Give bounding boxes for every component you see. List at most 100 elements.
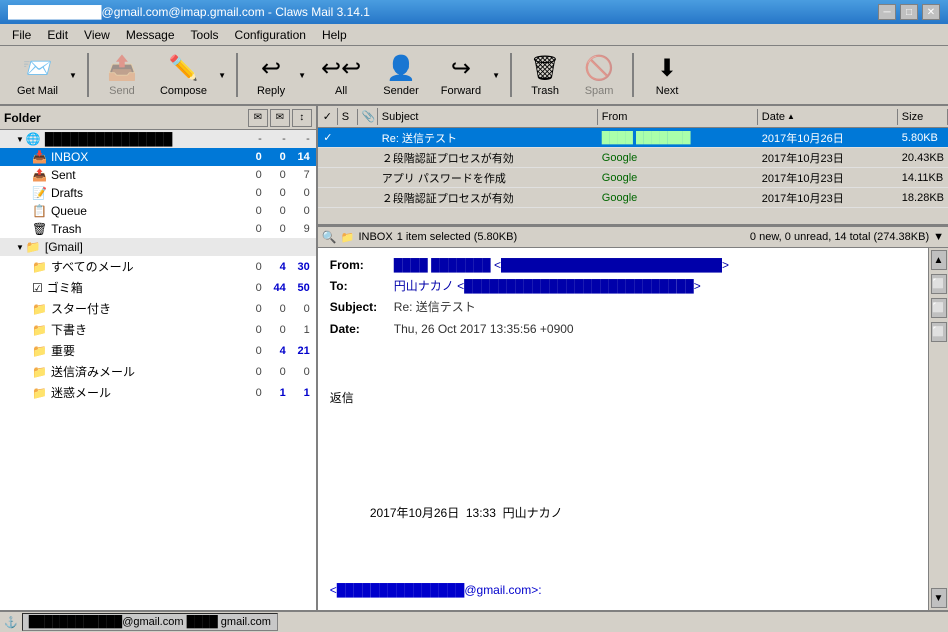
trash-button[interactable]: 🗑 Trash xyxy=(520,49,570,101)
starred-c2: 0 xyxy=(264,303,288,315)
forward-group: ↪ Forward ▼ xyxy=(432,49,502,101)
menu-configuration[interactable]: Configuration xyxy=(227,26,314,44)
message-list-status: 🔍 📁 INBOX 1 item selected (5.80KB) 0 new… xyxy=(318,226,948,248)
reply-dropdown[interactable]: ▼ xyxy=(296,49,308,101)
folder-all-mail[interactable]: 📁 すべてのメール 0 4 30 xyxy=(0,256,316,277)
next-button[interactable]: ⬇ Next xyxy=(642,49,692,101)
gmail-group-icon: 📁 xyxy=(26,240,41,254)
folder-meiwaku[interactable]: 📁 迷惑メール 0 1 1 xyxy=(0,382,316,403)
titlebar: ███████████@gmail.com@imap.gmail.com - C… xyxy=(0,0,948,24)
folder-account[interactable]: ▼ 🌐 ███████████████ - - - xyxy=(0,130,316,148)
folder-sent[interactable]: 📤 Sent 0 0 7 xyxy=(0,166,316,184)
col-att[interactable]: 📎 xyxy=(358,108,378,125)
status-folder-name: INBOX xyxy=(358,231,392,243)
menu-edit[interactable]: Edit xyxy=(39,26,76,44)
get-mail-button[interactable]: 📨 Get Mail xyxy=(8,49,67,101)
menu-tools[interactable]: Tools xyxy=(183,26,227,44)
message-body: 返信 2017年10月26日 13:33 円山ナカノ <████████████… xyxy=(330,351,916,610)
folder-jyuyo[interactable]: 📁 重要 0 4 21 xyxy=(0,340,316,361)
menu-file[interactable]: File xyxy=(4,26,39,44)
send-icon: 📤 xyxy=(107,54,137,83)
size-header-label: Size xyxy=(902,111,923,123)
table-row[interactable]: アプリ パスワードを作成 Google 2017年10月23日 14.11KB xyxy=(318,168,948,188)
shitagai-c1: 0 xyxy=(240,324,264,336)
drafts-name: Drafts xyxy=(51,186,240,200)
minimize-button[interactable]: ─ xyxy=(878,4,896,20)
folder-new-mail-icon[interactable]: ✉ xyxy=(248,109,268,127)
table-row[interactable]: ２段階認証プロセスが有効 Google 2017年10月23日 20.43KB xyxy=(318,148,948,168)
preview-btn-1[interactable]: ▲ xyxy=(931,250,947,270)
msg-s-2 xyxy=(338,157,358,159)
compose-button[interactable]: ✏️ Compose xyxy=(151,49,216,101)
col-date[interactable]: Date ▲ xyxy=(758,109,898,125)
msg-check-4 xyxy=(318,197,338,199)
separator-4 xyxy=(632,53,634,97)
sent-c1: 0 xyxy=(240,169,264,181)
all-mail-c1: 0 xyxy=(240,261,264,273)
forward-dropdown[interactable]: ▼ xyxy=(490,49,502,101)
msg-check-2 xyxy=(318,157,338,159)
msg-att-1 xyxy=(358,137,378,139)
message-rows: ✓ Re: 送信テスト ████ ███████ 2017年10月26日 5.8… xyxy=(318,128,948,224)
preview-btn-5[interactable]: ▼ xyxy=(931,588,947,608)
folder-mark-icon[interactable]: ✉ xyxy=(270,109,290,127)
queue-name: Queue xyxy=(51,204,240,218)
forward-button[interactable]: ↪ Forward xyxy=(432,49,490,101)
col-check[interactable]: ✓ xyxy=(318,108,338,125)
drafts-c2: 0 xyxy=(264,187,288,199)
folder-trash[interactable]: 🗑 Trash 0 0 9 xyxy=(0,220,316,238)
inbox-c1: 0 xyxy=(240,151,264,163)
send-button[interactable]: 📤 Send xyxy=(97,49,147,101)
folder-inbox[interactable]: 📥 INBOX 0 0 14 xyxy=(0,148,316,166)
folder-drafts[interactable]: 📝 Drafts 0 0 0 xyxy=(0,184,316,202)
soushin-c1: 0 xyxy=(240,366,264,378)
msg-date-4: 2017年10月23日 xyxy=(758,189,898,207)
folder-shitagai[interactable]: 📁 下書き 0 0 1 xyxy=(0,319,316,340)
folder-queue[interactable]: 📋 Queue 0 0 0 xyxy=(0,202,316,220)
compose-dropdown[interactable]: ▼ xyxy=(216,49,228,101)
subject-label: Subject: xyxy=(330,298,390,317)
queue-c2: 0 xyxy=(264,205,288,217)
folder-scroll-icon[interactable]: ↕ xyxy=(292,109,312,127)
msg-date-3: 2017年10月23日 xyxy=(758,169,898,187)
titlebar-title: ███████████@gmail.com@imap.gmail.com - C… xyxy=(8,5,370,19)
jyuyo-name: 重要 xyxy=(51,342,240,359)
jyuyo-c3: 21 xyxy=(288,345,312,357)
preview-btn-4[interactable]: ⬜ xyxy=(931,322,947,342)
col-size[interactable]: Size xyxy=(898,109,948,125)
drafts-c3: 0 xyxy=(288,187,312,199)
get-mail-dropdown[interactable]: ▼ xyxy=(67,49,79,101)
account-name: ███████████████ xyxy=(45,132,240,146)
col-s[interactable]: S xyxy=(338,109,358,125)
sent-c2: 0 xyxy=(264,169,288,181)
meiwaku-c1: 0 xyxy=(240,387,264,399)
close-button[interactable]: ✕ xyxy=(922,4,940,20)
folder-soushin[interactable]: 📁 送信済みメール 0 0 0 xyxy=(0,361,316,382)
preview-btn-2[interactable]: ⬜ xyxy=(931,274,947,294)
soushin-icon: 📁 xyxy=(32,365,47,379)
preview-btn-3[interactable]: ⬜ xyxy=(931,298,947,318)
reply-button[interactable]: ↩ Reply xyxy=(246,49,296,101)
menu-message[interactable]: Message xyxy=(118,26,183,44)
folder-gomi[interactable]: ☑ ゴミ箱 0 44 50 xyxy=(0,277,316,298)
spam-button[interactable]: 🚫 Spam xyxy=(574,49,624,101)
reply-all-button[interactable]: ↩↩ All xyxy=(312,49,370,101)
sender-button[interactable]: 👤 Sender xyxy=(374,49,427,101)
menu-view[interactable]: View xyxy=(76,26,118,44)
soushin-c2: 0 xyxy=(264,366,288,378)
queue-icon: 📋 xyxy=(32,204,47,218)
account-c1: - xyxy=(240,133,264,145)
maximize-button[interactable]: □ xyxy=(900,4,918,20)
folder-gmail-group[interactable]: ▼ 📁 [Gmail] xyxy=(0,238,316,256)
msg-date-1: 2017年10月26日 xyxy=(758,129,898,147)
folder-header: Folder ✉ ✉ ↕ xyxy=(0,106,316,130)
msg-size-4: 18.28KB xyxy=(898,191,948,205)
folder-starred[interactable]: 📁 スター付き 0 0 0 xyxy=(0,298,316,319)
col-from[interactable]: From xyxy=(598,109,758,125)
search-icon[interactable]: 🔍 xyxy=(322,230,337,244)
menu-help[interactable]: Help xyxy=(314,26,355,44)
table-row[interactable]: ✓ Re: 送信テスト ████ ███████ 2017年10月26日 5.8… xyxy=(318,128,948,148)
table-row[interactable]: ２段階認証プロセスが有効 Google 2017年10月23日 18.28KB xyxy=(318,188,948,208)
col-subject[interactable]: Subject xyxy=(378,109,598,125)
expand-icon[interactable]: ▼ xyxy=(933,231,944,243)
